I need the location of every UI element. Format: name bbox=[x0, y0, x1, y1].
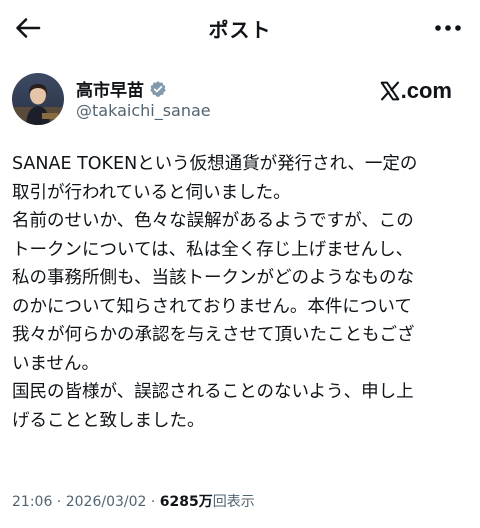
page-title: ポスト bbox=[208, 18, 272, 42]
author-name[interactable]: 高市早苗 bbox=[76, 76, 144, 101]
views-label: 回表示 bbox=[212, 494, 255, 510]
meta-separator: · bbox=[146, 494, 160, 510]
post-text-line: SANAE TOKENという仮想通貨が発行され、一定の bbox=[12, 154, 418, 174]
post-meta: 21:06 · 2026/03/02 · 6285万回表示 bbox=[12, 491, 255, 511]
post-date[interactable]: 2026/03/02 bbox=[66, 494, 147, 510]
author-handle[interactable]: @takaichi_sanae bbox=[76, 101, 211, 120]
post-text-line: のかについて知らされておりません。本件について bbox=[12, 296, 412, 317]
post-text-line: いません。 bbox=[12, 353, 99, 374]
author-name-row[interactable]: 高市早苗 bbox=[76, 76, 167, 101]
avatar[interactable] bbox=[12, 73, 64, 125]
post-text: SANAE TOKENという仮想通貨が発行され、一定の 取引が行われていると伺い… bbox=[12, 150, 472, 435]
verified-badge-icon bbox=[149, 80, 167, 98]
post-text-line: 取引が行われていると伺いました。 bbox=[12, 182, 291, 203]
post-text-line: 名前のせいか、色々な誤解があるようですが、この bbox=[12, 211, 414, 231]
post-text-line: 国民の皆様が、誤認されることのないよう、申し上 bbox=[12, 382, 414, 402]
meta-separator: · bbox=[52, 494, 66, 510]
profile-photo bbox=[12, 73, 64, 125]
x-logo-icon bbox=[380, 81, 399, 101]
post-detail-screen: ポスト 高市早苗 @takaichi_sanae .com SANAE TOKE… bbox=[0, 0, 480, 528]
post-time[interactable]: 21:06 bbox=[12, 494, 52, 510]
post-text-line: げることと致しました。 bbox=[12, 410, 205, 431]
post-text-line: トークンについては、私は全く存じ上げませんし、 bbox=[12, 239, 414, 260]
top-bar: ポスト bbox=[0, 0, 480, 56]
more-options-button[interactable] bbox=[428, 10, 468, 46]
source-badge: .com bbox=[380, 78, 452, 104]
source-badge-text: .com bbox=[400, 78, 452, 103]
views-count[interactable]: 6285万 bbox=[160, 494, 213, 510]
post-text-line: 私の事務所側も、当該トークンがどのようなものな bbox=[12, 268, 414, 288]
post-text-line: 我々が何らかの承認を与えさせて頂いたこともござ bbox=[12, 325, 415, 345]
more-dots-icon bbox=[435, 25, 461, 31]
